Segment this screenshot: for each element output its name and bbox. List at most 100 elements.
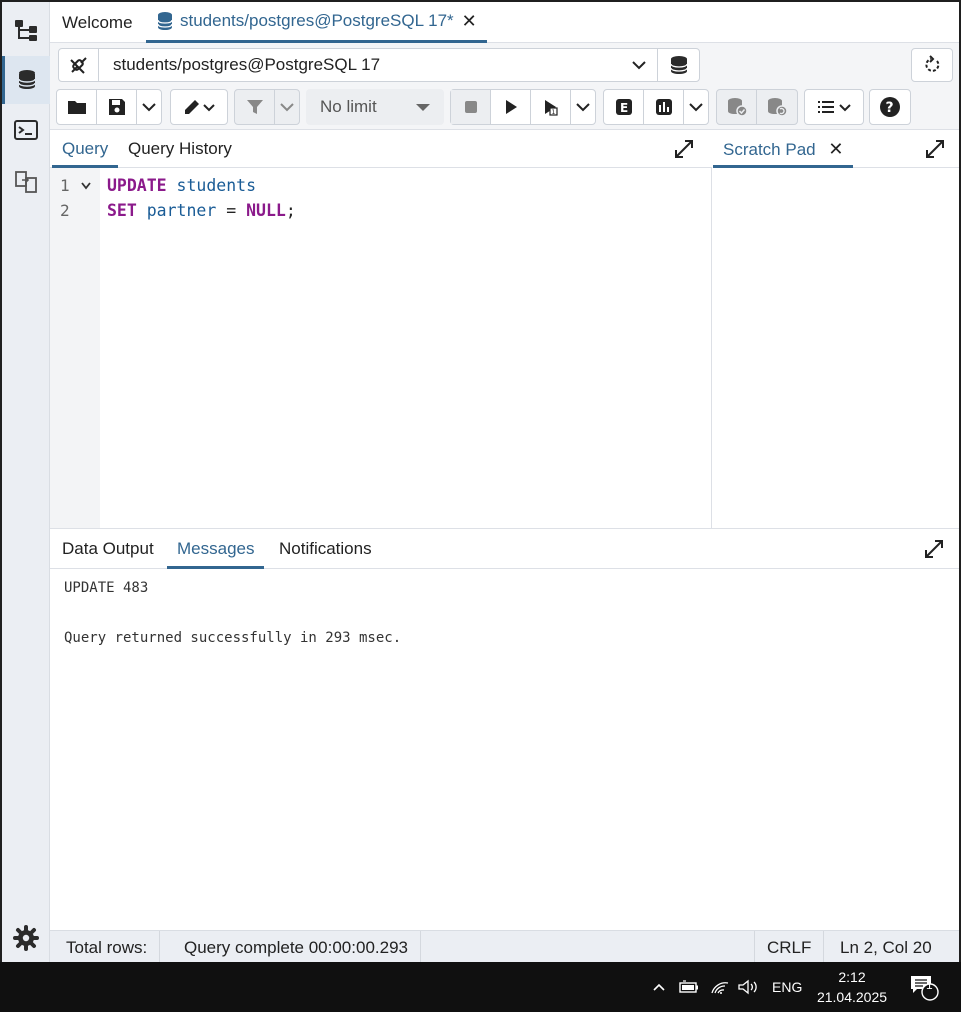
- show-hidden-icons-chevron-icon[interactable]: [652, 962, 666, 1012]
- tab-notifications-label: Notifications: [279, 539, 372, 558]
- row-limit-value: No limit: [320, 97, 377, 116]
- execute-button-group: 1: [450, 89, 596, 125]
- battery-icon[interactable]: [679, 962, 699, 1012]
- object-explorer-icon[interactable]: [2, 6, 50, 54]
- document-tab-strip: Welcome students/postgres@PostgreSQL 17*…: [50, 2, 959, 43]
- filter-button-group: [234, 89, 300, 125]
- commit-button[interactable]: [717, 90, 757, 124]
- tab-data-output[interactable]: Data Output: [52, 529, 164, 569]
- edit-menu-button[interactable]: [171, 90, 227, 124]
- clock-time: 2:12: [838, 969, 866, 985]
- results-tab-bar: Data Output Messages Notifications: [50, 529, 959, 569]
- editor-tab-bar: Query Query History: [50, 130, 712, 168]
- explain-options-dropdown[interactable]: [684, 90, 708, 124]
- chevron-down-icon: [576, 103, 590, 112]
- connection-label: students/postgres@PostgreSQL 17: [113, 55, 381, 74]
- tab-query-tool-label: students/postgres@PostgreSQL 17*: [180, 11, 454, 30]
- code-line-1[interactable]: UPDATE students: [107, 176, 256, 195]
- sql-keyword: UPDATE: [107, 176, 167, 195]
- play-script-icon: 1: [544, 100, 558, 116]
- database-icon: [157, 12, 173, 30]
- tab-query[interactable]: Query: [52, 130, 119, 168]
- caret-down-icon: [416, 104, 430, 111]
- tab-query-history[interactable]: Query History: [118, 130, 242, 168]
- fold-chevron-icon[interactable]: [81, 182, 91, 190]
- sql-space: [137, 201, 147, 220]
- stop-button[interactable]: [451, 90, 491, 124]
- tab-welcome[interactable]: Welcome: [62, 2, 133, 43]
- status-bar: Total rows: Query complete 00:00:00.293 …: [50, 930, 959, 964]
- connection-bar: students/postgres@PostgreSQL 17: [50, 43, 959, 86]
- reset-layout-button[interactable]: [911, 48, 953, 82]
- connection-status-icon[interactable]: [59, 49, 99, 81]
- filter-icon: [246, 100, 263, 114]
- chevron-down-icon: [142, 103, 156, 112]
- explain-button[interactable]: E: [604, 90, 644, 124]
- scratch-pad-panel: Scratch Pad ✕: [713, 130, 959, 528]
- open-file-button[interactable]: [57, 90, 97, 124]
- tab-scratch-pad-label: Scratch Pad: [723, 140, 816, 159]
- chevron-down-icon: [280, 103, 294, 112]
- line-number: 1: [60, 176, 70, 195]
- filter-dropdown[interactable]: [275, 90, 299, 124]
- macros-menu-button[interactable]: [805, 90, 863, 124]
- psql-terminal-icon[interactable]: [2, 106, 50, 154]
- row-limit-select[interactable]: No limit: [306, 89, 444, 125]
- macros-button-group: [804, 89, 864, 125]
- line-ending-indicator: CRLF: [754, 931, 825, 964]
- execute-options-dropdown[interactable]: [571, 90, 595, 124]
- scratch-pad-textarea[interactable]: [713, 168, 959, 528]
- language-label: ENG: [772, 979, 803, 995]
- sql-operator: =: [216, 201, 247, 220]
- svg-text:1: 1: [551, 109, 555, 116]
- maximize-icon[interactable]: [674, 139, 694, 159]
- code-line-2[interactable]: SET partner = NULL;: [107, 201, 296, 220]
- results-panel: Data Output Messages Notifications UPDAT…: [50, 528, 959, 930]
- sql-keyword: SET: [107, 201, 137, 220]
- line-number-gutter: 1 2: [50, 168, 100, 528]
- close-tab-icon[interactable]: ✕: [462, 11, 477, 32]
- settings-gear-icon[interactable]: [2, 914, 50, 962]
- left-rail: [2, 2, 50, 962]
- execute-button[interactable]: [491, 90, 531, 124]
- connection-select[interactable]: students/postgres@PostgreSQL 17: [58, 48, 700, 82]
- save-options-dropdown[interactable]: [137, 90, 161, 124]
- maximize-icon[interactable]: [925, 139, 945, 159]
- maximize-icon[interactable]: [924, 539, 944, 559]
- help-button[interactable]: ?: [870, 90, 910, 124]
- input-language-indicator[interactable]: ENG: [772, 962, 802, 1012]
- save-icon: [108, 99, 125, 115]
- message-line: Query returned successfully in 293 msec.: [64, 630, 402, 646]
- edit-button-group: [170, 89, 228, 125]
- chevron-down-icon[interactable]: [631, 49, 647, 81]
- tab-scratch-pad[interactable]: Scratch Pad ✕: [713, 130, 854, 168]
- schema-diff-icon[interactable]: [2, 158, 50, 206]
- system-clock[interactable]: 2:12 21.04.2025: [808, 967, 896, 1007]
- filter-button[interactable]: [235, 90, 275, 124]
- sql-identifier: students: [176, 176, 257, 195]
- close-scratch-pad-icon[interactable]: ✕: [828, 139, 843, 159]
- notification-center-icon[interactable]: 1: [908, 962, 942, 1012]
- sql-semicolon: ;: [285, 201, 296, 220]
- tab-welcome-label: Welcome: [62, 12, 133, 32]
- pgadmin-window: Welcome students/postgres@PostgreSQL 17*…: [0, 0, 961, 964]
- tab-messages[interactable]: Messages: [167, 529, 265, 569]
- wifi-icon[interactable]: [710, 962, 730, 1012]
- sql-keyword: NULL: [246, 201, 286, 220]
- tab-notifications[interactable]: Notifications: [269, 529, 382, 569]
- folder-icon: [67, 101, 86, 114]
- save-file-button[interactable]: [97, 90, 137, 124]
- execute-script-button[interactable]: 1: [531, 90, 571, 124]
- volume-icon[interactable]: [737, 962, 759, 1012]
- transaction-button-group: [716, 89, 798, 125]
- rollback-database-icon: [768, 98, 788, 117]
- sql-space: [167, 176, 177, 195]
- rollback-button[interactable]: [757, 90, 797, 124]
- query-editor-panel: Query Query History 1 2 UPDATE students …: [50, 130, 712, 528]
- explain-analyze-button[interactable]: [644, 90, 684, 124]
- tab-query-tool[interactable]: students/postgres@PostgreSQL 17* ✕: [146, 2, 487, 43]
- os-taskbar: ENG 2:12 21.04.2025 1: [0, 962, 961, 1012]
- new-connection-database-icon[interactable]: [657, 49, 699, 81]
- play-icon: [505, 100, 517, 114]
- query-tool-icon[interactable]: [2, 56, 50, 104]
